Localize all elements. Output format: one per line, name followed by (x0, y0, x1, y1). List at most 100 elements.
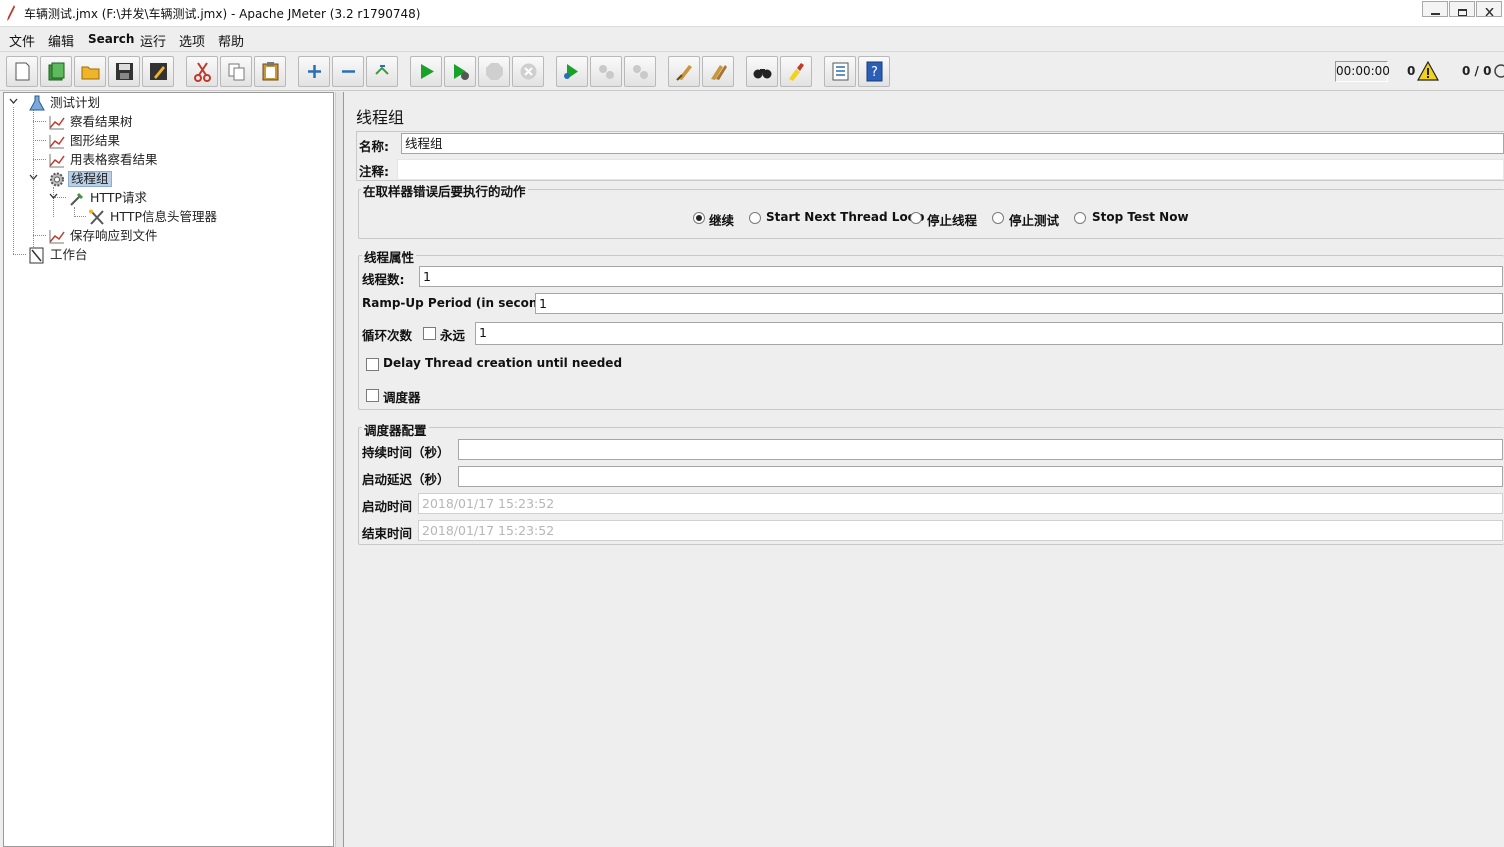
startup-delay-field[interactable] (458, 466, 1503, 487)
radio-stop-thread-label[interactable]: 停止线程 (927, 210, 977, 229)
menu-options[interactable]: 选项 (179, 31, 205, 50)
tree-label: 线程组 (68, 171, 112, 187)
thread-group-panel: 线程组 名称: 线程组 注释: 在取样器错误后要执行的动作 继续 Start N… (345, 92, 1504, 847)
templates-icon (48, 62, 65, 81)
forever-label[interactable]: 永远 (440, 325, 465, 344)
close-button[interactable] (1476, 1, 1502, 17)
thread-properties-title: 线程属性 (362, 247, 417, 266)
radio-start-next-loop[interactable] (749, 212, 761, 224)
open-button[interactable] (74, 56, 106, 87)
end-time-field[interactable]: 2018/01/17 15:23:52 (418, 520, 1503, 541)
tree-label: 图形结果 (70, 133, 121, 148)
start-time-field[interactable]: 2018/01/17 15:23:52 (418, 493, 1503, 514)
name-field[interactable]: 线程组 (401, 133, 1504, 154)
collapse-icon (342, 70, 355, 73)
comment-field[interactable] (397, 159, 1504, 180)
radio-stop-test-now[interactable] (1074, 212, 1086, 224)
clear-icon (676, 65, 692, 81)
tree-connector (13, 254, 26, 255)
clear-button[interactable] (668, 56, 700, 87)
tree-label: HTTP请求 (90, 190, 147, 205)
clear-all-icon (711, 65, 727, 80)
start-no-pauses-button[interactable] (444, 56, 476, 87)
menu-run[interactable]: 运行 (140, 31, 166, 50)
collapse-all-button[interactable] (332, 56, 364, 87)
warning-icon[interactable] (1417, 61, 1439, 81)
threads-status-icon (1494, 64, 1504, 78)
save-as-button[interactable] (142, 56, 174, 87)
radio-stop-test[interactable] (992, 212, 1004, 224)
start-button[interactable] (410, 56, 442, 87)
comment-label: 注释: (359, 164, 389, 179)
save-icon (116, 63, 133, 80)
maximize-button[interactable] (1449, 1, 1475, 17)
threads-field[interactable]: 1 (419, 266, 1503, 287)
reset-search-icon (789, 63, 804, 81)
copy-button[interactable] (220, 56, 252, 87)
clear-all-button[interactable] (702, 56, 734, 87)
function-helper-button[interactable] (824, 56, 856, 87)
remote-start-all-button[interactable] (556, 56, 588, 87)
tree-connector (33, 140, 46, 141)
new-icon (15, 62, 30, 81)
remote-shutdown-all-button[interactable] (624, 56, 656, 87)
end-time-label: 结束时间 (362, 526, 413, 541)
loop-count-field[interactable]: 1 (475, 322, 1503, 345)
templates-button[interactable] (40, 56, 72, 87)
menu-bar: 文件 编辑 Search 运行 选项 帮助 (0, 27, 1504, 51)
help-button[interactable]: ? (858, 56, 890, 87)
toggle-button[interactable] (366, 56, 398, 87)
duration-label: 持续时间（秒） (362, 445, 450, 460)
minimize-button[interactable] (1422, 1, 1448, 17)
tree-toggle-icon[interactable] (29, 172, 38, 184)
error-action-title: 在取样器错误后要执行的动作 (361, 181, 528, 200)
tree-label: 保存响应到文件 (70, 228, 158, 243)
start-icon (421, 64, 434, 79)
delay-thread-creation-label[interactable]: Delay Thread creation until needed (383, 356, 622, 370)
tree-toggle-icon[interactable] (49, 191, 58, 203)
delay-thread-creation-checkbox[interactable] (366, 358, 379, 371)
listener-graph-icon (49, 135, 65, 149)
test-plan-tree[interactable]: 测试计划 察看结果树 图形结果 用表格察看结果 线程组 HTTP请求 HTTP信… (3, 92, 334, 847)
paste-icon (262, 62, 279, 81)
tree-connector (33, 159, 46, 160)
svg-text:?: ? (871, 65, 878, 80)
radio-start-next-loop-label[interactable]: Start Next Thread Loop (766, 210, 925, 224)
cut-button[interactable] (186, 56, 218, 87)
radio-continue-label[interactable]: 继续 (709, 210, 734, 229)
duration-field[interactable] (458, 439, 1503, 460)
radio-stop-test-now-label[interactable]: Stop Test Now (1092, 210, 1189, 224)
radio-continue[interactable] (693, 212, 705, 224)
paste-button[interactable] (254, 56, 286, 87)
new-button[interactable] (6, 56, 38, 87)
rampup-field[interactable]: 1 (535, 293, 1503, 314)
menu-help[interactable]: 帮助 (218, 31, 244, 50)
title-bar: 车辆测试.jmx (F:\并发\车辆测试.jmx) - Apache JMete… (0, 0, 1504, 27)
menu-edit[interactable]: 编辑 (48, 31, 74, 50)
shutdown-button[interactable] (512, 56, 544, 87)
remote-start-icon (564, 64, 578, 79)
tree-label: 工作台 (50, 247, 88, 262)
save-button[interactable] (108, 56, 140, 87)
remote-stop-all-button[interactable] (590, 56, 622, 87)
menu-file[interactable]: 文件 (9, 31, 35, 50)
scheduler-checkbox[interactable] (366, 389, 379, 402)
name-label: 名称: (359, 139, 389, 154)
tree-connector (13, 107, 14, 254)
split-pane-divider[interactable] (335, 92, 344, 847)
tree-toggle-icon[interactable] (9, 96, 18, 108)
scheduler-label[interactable]: 调度器 (383, 387, 421, 406)
save-as-icon (150, 63, 167, 80)
reset-search-button[interactable] (780, 56, 812, 87)
listener-graph-icon (49, 116, 65, 130)
panel-title: 线程组 (356, 108, 405, 127)
stop-button[interactable] (478, 56, 510, 87)
forever-checkbox[interactable] (423, 327, 436, 340)
menu-search[interactable]: Search (88, 32, 134, 46)
radio-stop-test-label[interactable]: 停止测试 (1009, 210, 1059, 229)
search-button[interactable] (746, 56, 778, 87)
help-icon: ? (866, 61, 883, 82)
radio-stop-thread[interactable] (910, 212, 922, 224)
loop-count-label: 循环次数 (362, 328, 413, 343)
expand-all-button[interactable] (298, 56, 330, 87)
